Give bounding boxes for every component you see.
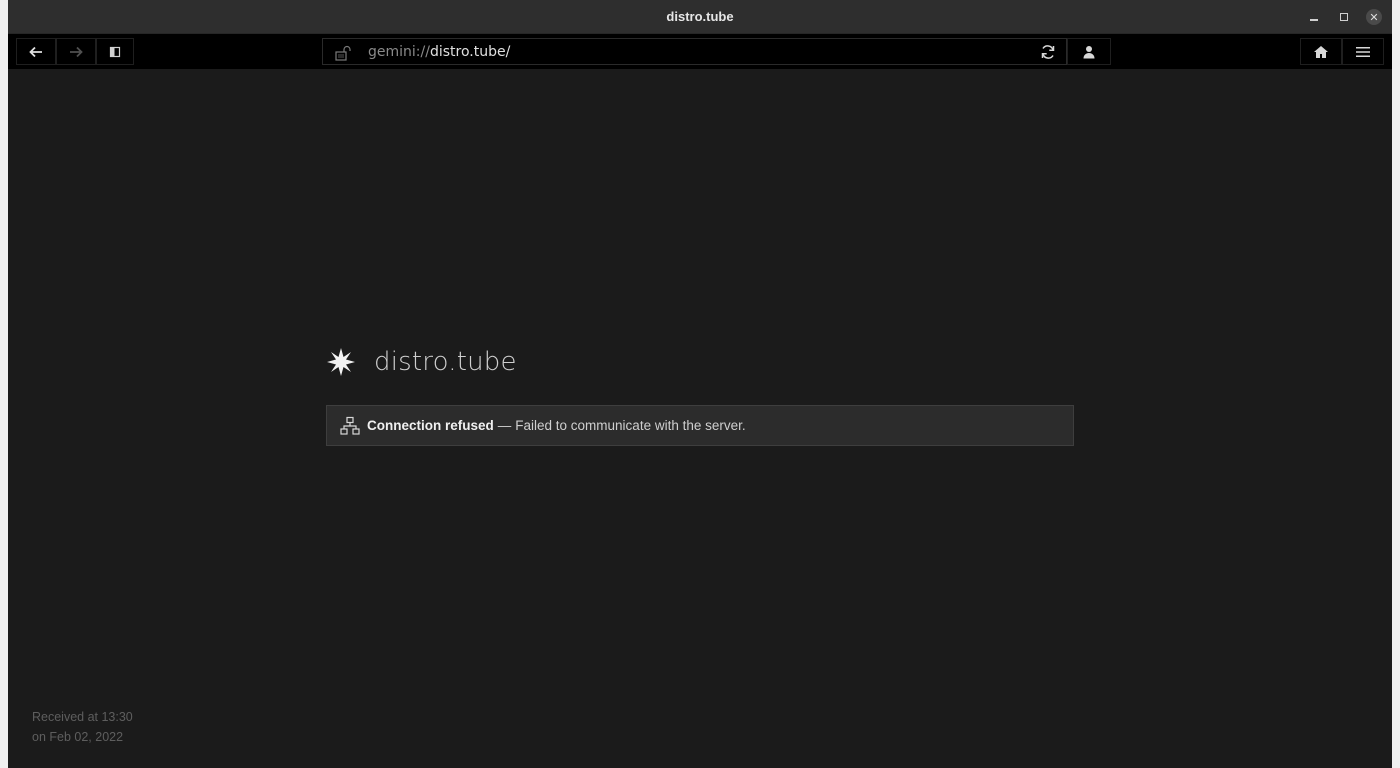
home-icon [1314, 45, 1328, 58]
sparkle-icon [327, 348, 355, 376]
unlocked-lock-icon [335, 45, 351, 61]
received-line-2: on Feb 02, 2022 [32, 730, 124, 744]
error-banner: Connection refused — Failed to communica… [326, 405, 1074, 446]
minimize-icon [1310, 19, 1318, 21]
error-title: Connection refused [367, 418, 494, 433]
minimize-button[interactable] [1306, 9, 1322, 25]
title-bar[interactable]: distro.tube ✕ [8, 0, 1392, 34]
arrow-left-icon [29, 46, 42, 57]
error-separator: — [497, 418, 512, 433]
close-icon: ✕ [1369, 10, 1379, 24]
back-button[interactable] [16, 38, 56, 65]
identity-button[interactable] [1067, 38, 1111, 65]
hamburger-menu-icon [1356, 46, 1370, 57]
sidebar-toggle-button[interactable] [96, 38, 134, 65]
maximize-button[interactable] [1336, 9, 1352, 25]
received-line-1: Received at 13:30 [32, 710, 133, 724]
site-header: distro.tube [326, 347, 517, 377]
window-title: distro.tube [666, 9, 734, 24]
browser-window: distro.tube ✕ gemini://distro.tube/ dist… [8, 0, 1392, 768]
close-button[interactable]: ✕ [1366, 9, 1382, 25]
site-name: distro.tube [374, 347, 517, 377]
forward-button[interactable] [56, 38, 96, 65]
url-text[interactable]: gemini://distro.tube/ [368, 44, 510, 60]
arrow-right-icon [70, 46, 83, 57]
url-bar[interactable]: gemini://distro.tube/ [322, 38, 1067, 65]
menu-button[interactable] [1342, 38, 1384, 65]
network-icon [340, 416, 360, 435]
toolbar: gemini://distro.tube/ [8, 34, 1392, 69]
maximize-icon [1340, 13, 1348, 21]
sidebar-icon [109, 46, 121, 57]
url-scheme: gemini:// [368, 44, 430, 60]
error-message: Failed to communicate with the server. [515, 418, 746, 433]
reload-icon[interactable] [1040, 44, 1056, 60]
person-icon [1083, 45, 1095, 58]
received-timestamp: Received at 13:30 on Feb 02, 2022 [32, 707, 133, 747]
home-button[interactable] [1300, 38, 1342, 65]
url-host: distro.tube/ [429, 44, 511, 60]
page-content: distro.tube Connection refused — Failed … [8, 69, 1392, 768]
